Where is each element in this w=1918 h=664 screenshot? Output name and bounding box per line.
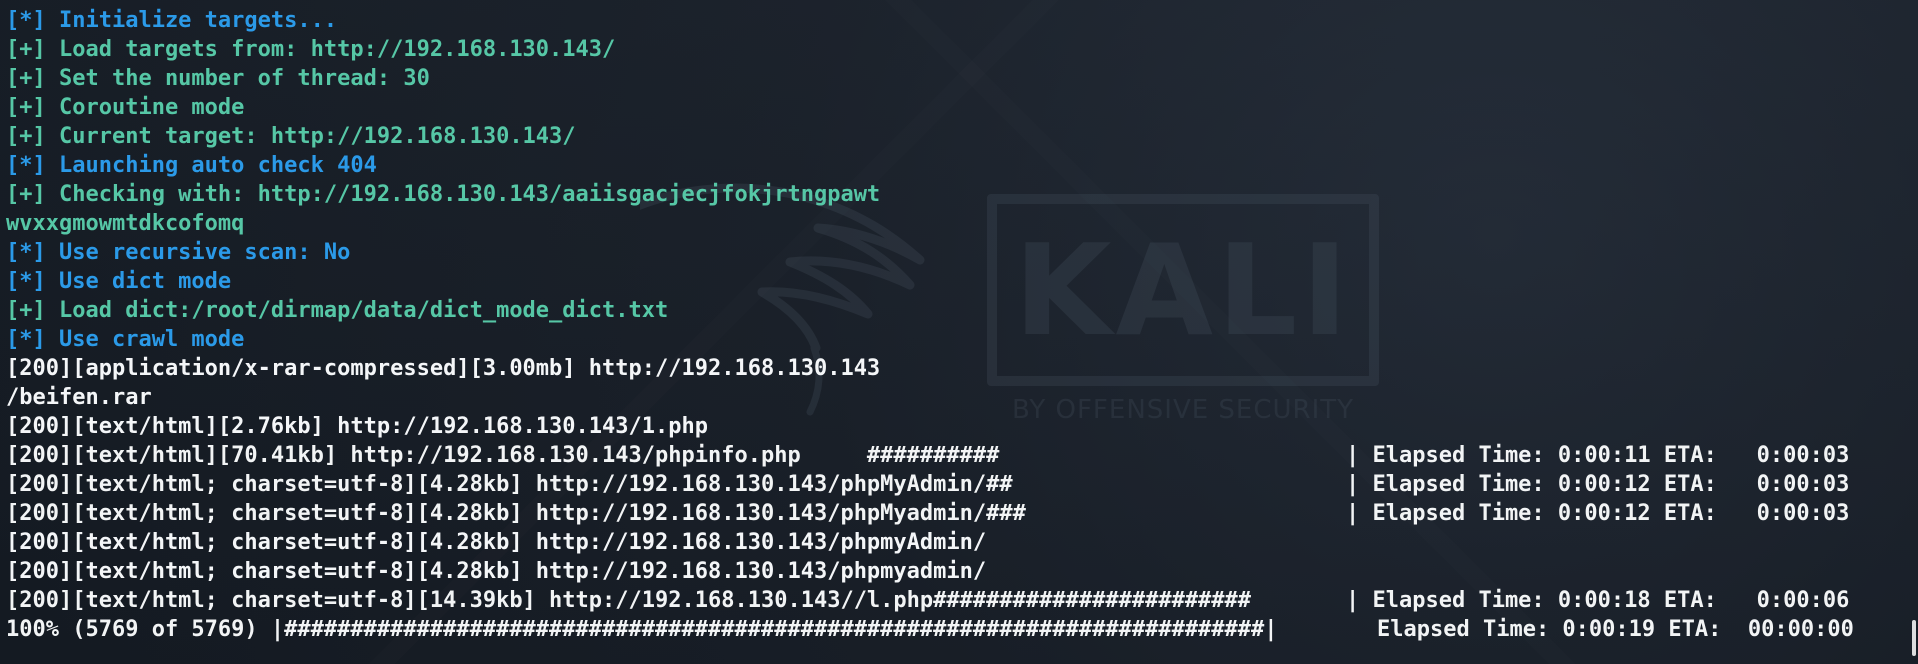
terminal-line-16-right: | Elapsed Time: 0:00:11 ETA: 0:00:03: [1346, 443, 1850, 468]
terminal-line-22: 100% (5769 of 5769) |###################…: [6, 615, 1912, 644]
terminal-line-4: [+] Coroutine mode: [6, 95, 245, 120]
terminal-line-11: [+] Load dict:/root/dirmap/data/dict_mod…: [6, 298, 669, 323]
terminal-line-17-right: | Elapsed Time: 0:00:12 ETA: 0:00:03: [1346, 472, 1850, 497]
terminal-line-18-right: | Elapsed Time: 0:00:12 ETA: 0:00:03: [1346, 501, 1850, 526]
terminal-line-8: wvxxgmowmtdkcofomq: [6, 211, 245, 236]
terminal-line-5: [+] Current target: http://192.168.130.1…: [6, 124, 576, 149]
terminal-line-22-right: Elapsed Time: 0:00:19 ETA: 00:00:00: [1377, 617, 1854, 642]
terminal-line-6: [*] Launching auto check 404: [6, 153, 377, 178]
terminal-line-7: [+] Checking with: http://192.168.130.14…: [6, 182, 881, 207]
terminal-line-18: [200][text/html; charset=utf-8][4.28kb] …: [6, 499, 1912, 528]
scrollbar-thumb[interactable]: [1912, 620, 1916, 656]
terminal-line-2: [+] Load targets from: http://192.168.13…: [6, 37, 616, 62]
terminal-line-19: [200][text/html; charset=utf-8][4.28kb] …: [6, 530, 987, 555]
terminal-line-10: [*] Use dict mode: [6, 269, 232, 294]
terminal-line-21-right: | Elapsed Time: 0:00:18 ETA: 0:00:06: [1346, 588, 1850, 613]
terminal-line-13: [200][application/x-rar-compressed][3.00…: [6, 356, 881, 381]
terminal-line-14: /beifen.rar: [6, 385, 152, 410]
terminal-line-1: [*] Initialize targets...: [6, 8, 338, 33]
terminal-line-21: [200][text/html; charset=utf-8][14.39kb]…: [6, 586, 1912, 615]
terminal-line-17: [200][text/html; charset=utf-8][4.28kb] …: [6, 470, 1912, 499]
terminal-line-9: [*] Use recursive scan: No: [6, 240, 351, 265]
terminal-line-12: [*] Use crawl mode: [6, 327, 245, 352]
terminal-line-16: [200][text/html][70.41kb] http://192.168…: [6, 441, 1912, 470]
terminal-line-15: [200][text/html][2.76kb] http://192.168.…: [6, 414, 708, 439]
terminal-line-3: [+] Set the number of thread: 30: [6, 66, 430, 91]
terminal-output[interactable]: [*] Initialize targets... [+] Load targe…: [6, 6, 1912, 658]
terminal-line-20: [200][text/html; charset=utf-8][4.28kb] …: [6, 559, 987, 584]
